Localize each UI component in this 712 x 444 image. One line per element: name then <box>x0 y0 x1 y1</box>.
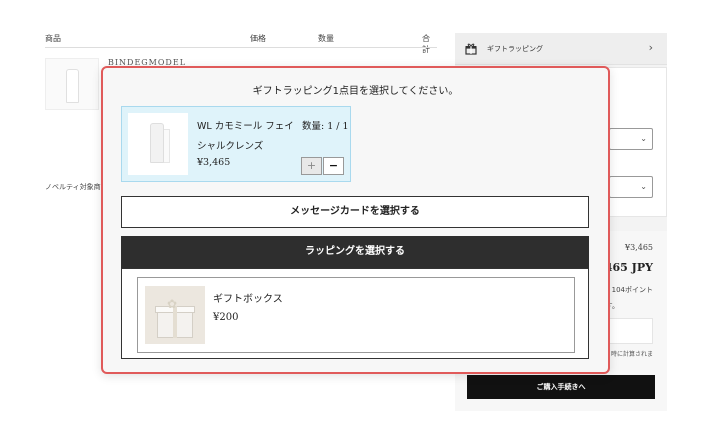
checkout-button[interactable]: ご購入手続きへ <box>467 375 655 399</box>
wrapping-options-panel: ✿ ギフトボックス ¥200 <box>121 268 589 359</box>
wrap-option-name: ギフトボックス <box>213 294 283 305</box>
chevron-down-icon: ⌄ <box>640 182 647 191</box>
chevron-down-icon: ⌄ <box>640 134 647 143</box>
select-dropdown[interactable]: ⌄ <box>609 128 653 150</box>
cart-product-image[interactable] <box>45 58 99 110</box>
product-quantity: 数量: 1 / 1 <box>302 121 349 132</box>
header-quantity: 数量 <box>318 34 334 43</box>
product-name: WL カモミール フェイシャルクレンズ <box>197 121 294 152</box>
gift-wrapping-row[interactable]: ギフトラッピング › <box>455 33 667 65</box>
chevron-right-icon: › <box>648 41 653 54</box>
wrap-option-price: ¥200 <box>213 312 239 323</box>
select-dropdown[interactable]: ⌄ <box>609 176 653 198</box>
gift-wrapping-label: ギフトラッピング <box>487 45 543 53</box>
product-price: ¥3,465 <box>197 157 231 168</box>
points-text: 104ポイント <box>611 286 653 294</box>
cart-table-header: 商品 価格 数量 合計 <box>45 33 437 54</box>
header-product: 商品 <box>45 34 61 43</box>
quantity-minus-button[interactable]: − <box>323 157 344 175</box>
select-message-card-button[interactable]: メッセージカードを選択する <box>121 196 589 228</box>
gift-icon <box>465 43 477 58</box>
gift-box-image: ✿ <box>145 286 205 344</box>
gift-wrapping-modal: ギフトラッピング1点目を選択してください。 WL カモミール フェイシャルクレン… <box>101 66 610 374</box>
divider <box>45 47 437 48</box>
selected-product-card[interactable]: WL カモミール フェイシャルクレンズ 数量: 1 / 1 ¥3,465 + − <box>121 106 351 182</box>
wrap-option-gift-box[interactable]: ✿ ギフトボックス ¥200 <box>137 277 575 353</box>
quantity-plus-button[interactable]: + <box>301 157 322 175</box>
novelty-label: ノベルティ対象商 <box>45 183 101 191</box>
product-image <box>128 113 188 175</box>
subtotal-value: ¥3,465 <box>625 243 653 252</box>
modal-title: ギフトラッピング1点目を選択してください。 <box>252 86 459 97</box>
header-total: 合計 <box>422 34 430 54</box>
header-price: 価格 <box>250 34 266 43</box>
tax-note: 時に計算されま <box>610 351 653 358</box>
select-wrapping-button[interactable]: ラッピングを選択する <box>121 236 589 268</box>
